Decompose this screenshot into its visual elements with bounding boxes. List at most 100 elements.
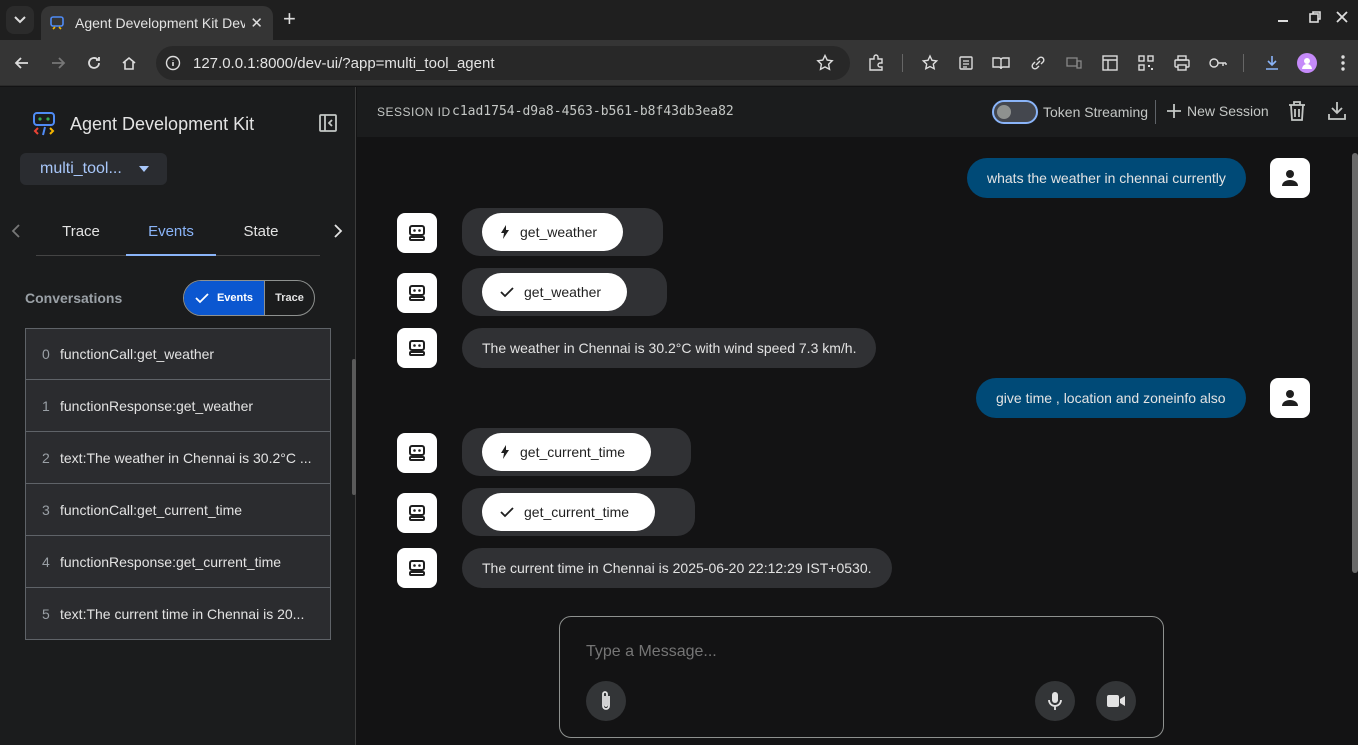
browser-tab[interactable]: Agent Development Kit Dev UI ✕: [41, 6, 273, 40]
event-item[interactable]: 0 functionCall:get_weather: [25, 328, 331, 380]
site-info-icon[interactable]: [165, 55, 181, 71]
chat-scrollbar[interactable]: [1352, 153, 1358, 573]
back-icon[interactable]: [11, 52, 33, 74]
qr-code-icon[interactable]: [1136, 53, 1156, 73]
video-button[interactable]: [1096, 681, 1136, 721]
tab-trace[interactable]: Trace: [40, 223, 122, 240]
toolbar-divider: [902, 54, 903, 72]
event-list: 0 functionCall:get_weather 1 functionRespo…: [25, 328, 331, 640]
bot-avatar: [397, 213, 437, 253]
forward-icon[interactable]: [47, 52, 69, 74]
url-text[interactable]: 127.0.0.1:8000/dev-ui/?app=multi_tool_ag…: [193, 55, 495, 72]
microphone-button[interactable]: [1035, 681, 1075, 721]
brand-title: Agent Development Kit: [70, 113, 255, 134]
bolt-icon: [500, 445, 510, 459]
chat-area: whats the weather in chennai currently g…: [357, 137, 1358, 607]
new-tab-button[interactable]: +: [283, 8, 296, 30]
robot-icon: [409, 560, 425, 576]
function-response-row: get_weather: [462, 268, 668, 316]
check-icon: [195, 293, 209, 304]
bot-avatar: [397, 493, 437, 533]
function-call-pill[interactable]: get_current_time: [482, 433, 652, 471]
token-streaming-toggle[interactable]: [992, 100, 1038, 124]
app-select-dropdown[interactable]: multi_tool...: [20, 153, 167, 185]
plus-icon: [1167, 104, 1181, 118]
extensions-icon[interactable]: [866, 53, 886, 73]
person-icon: [1282, 170, 1298, 186]
sidebar-tabs: Trace Events State: [0, 211, 356, 257]
robot-icon: [409, 505, 425, 521]
event-item[interactable]: 1 functionResponse:get_weather: [25, 380, 331, 432]
download-icon[interactable]: [1262, 53, 1282, 73]
bolt-icon: [500, 225, 510, 239]
bot-avatar: [397, 548, 437, 588]
active-tab-indicator: [126, 254, 216, 256]
export-download-icon[interactable]: [1328, 101, 1346, 126]
event-item[interactable]: 2 text:The weather in Chennai is 30.2°C .…: [25, 432, 331, 484]
close-tab-icon[interactable]: ✕: [250, 14, 263, 32]
layout-icon[interactable]: [1100, 53, 1120, 73]
more-menu-icon[interactable]: [1333, 53, 1353, 73]
message-input[interactable]: [586, 643, 1126, 661]
events-trace-toggle: Events Trace: [183, 280, 315, 316]
check-icon: [500, 286, 514, 298]
tab-list-button[interactable]: [6, 6, 34, 34]
toggle-trace-button[interactable]: Trace: [265, 281, 314, 315]
session-id-value: c1ad1754-d9a8-4563-b561-b8f43db3ea82: [452, 104, 734, 119]
function-call-container: get_weather: [462, 208, 664, 256]
event-item[interactable]: 4 functionResponse:get_current_time: [25, 536, 331, 588]
reload-icon[interactable]: [83, 52, 105, 74]
event-item[interactable]: 3 functionCall:get_current_time: [25, 484, 331, 536]
function-call-row: get_weather: [462, 208, 664, 256]
event-item[interactable]: 5 text:The current time in Chennai is 20.…: [25, 588, 331, 640]
tabs-scroll-right-icon[interactable]: [333, 223, 343, 244]
home-icon[interactable]: [118, 52, 140, 74]
reading-list-icon[interactable]: [956, 53, 976, 73]
main-panel: SESSION ID c1ad1754-d9a8-4563-b561-b8f43…: [357, 87, 1358, 745]
user-avatar: [1270, 378, 1310, 418]
link-icon[interactable]: [1028, 53, 1048, 73]
new-session-button[interactable]: New Session: [1167, 103, 1269, 119]
tabs-scroll-left-icon[interactable]: [11, 223, 21, 244]
tab-events[interactable]: Events: [126, 223, 216, 240]
profile-avatar-icon[interactable]: [1297, 53, 1317, 73]
attach-button[interactable]: [586, 681, 626, 721]
minimize-icon[interactable]: [1277, 10, 1289, 26]
restore-icon[interactable]: [1309, 10, 1321, 26]
person-icon: [1282, 390, 1298, 406]
browser-toolbar: 127.0.0.1:8000/dev-ui/?app=multi_tool_ag…: [0, 40, 1358, 86]
print-icon[interactable]: [1172, 53, 1192, 73]
robot-icon: [409, 445, 425, 461]
bot-text-row: The current time in Chennai is 2025-06-2…: [462, 548, 892, 588]
session-bar: SESSION ID c1ad1754-d9a8-4563-b561-b8f43…: [357, 87, 1358, 137]
caret-down-icon: [139, 166, 149, 172]
delete-session-icon[interactable]: [1288, 101, 1306, 126]
sidebar: Agent Development Kit multi_tool... Trac…: [0, 87, 356, 745]
toggle-events-button[interactable]: Events: [184, 281, 265, 315]
browser-tab-strip: Agent Development Kit Dev UI ✕ +: [0, 0, 1358, 40]
address-bar[interactable]: 127.0.0.1:8000/dev-ui/?app=multi_tool_ag…: [156, 46, 850, 80]
toggle-knob: [997, 105, 1011, 119]
reader-mode-icon[interactable]: [991, 53, 1011, 73]
user-message-row: give time , location and zoneinfo also: [976, 378, 1246, 418]
bot-text-row: The weather in Chennai is 30.2°C with wi…: [462, 328, 877, 368]
bookmark-star-icon[interactable]: [816, 54, 834, 72]
function-response-row: get_current_time: [462, 488, 696, 536]
video-camera-icon: [1107, 695, 1125, 707]
key-icon[interactable]: [1208, 53, 1228, 73]
user-message-row: whats the weather in chennai currently: [967, 158, 1246, 198]
function-response-pill[interactable]: get_weather: [482, 273, 628, 311]
robot-icon: [409, 340, 425, 356]
bookmarks-star-icon[interactable]: [920, 53, 940, 73]
function-response-pill[interactable]: get_current_time: [482, 493, 656, 531]
close-window-icon[interactable]: [1336, 10, 1348, 26]
sidebar-scrollbar[interactable]: [352, 359, 356, 495]
devices-icon[interactable]: [1064, 53, 1084, 73]
tab-state[interactable]: State: [220, 223, 302, 240]
collapse-sidebar-icon[interactable]: [318, 113, 338, 138]
robot-icon: [409, 285, 425, 301]
token-streaming-label: Token Streaming: [1043, 104, 1149, 120]
user-avatar: [1270, 158, 1310, 198]
function-call-pill[interactable]: get_weather: [482, 213, 624, 251]
session-id-label: SESSION ID: [377, 105, 451, 119]
